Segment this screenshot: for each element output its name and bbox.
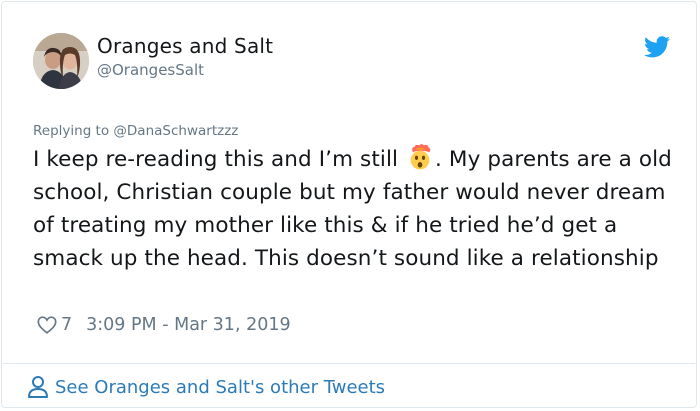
person-icon [28,376,48,398]
tweet-text-part-1: I keep re-reading this and I’m still [33,147,399,172]
like-count[interactable]: 7 [61,315,72,335]
footer-divider [3,363,695,364]
tweet-card: Oranges and Salt @OrangesSalt Replying t… [1,1,697,408]
see-other-tweets-link[interactable]: See Oranges and Salt's other Tweets [27,375,385,399]
avatar[interactable] [33,33,89,89]
exploding-head-emoji [410,144,431,170]
see-other-tweets-label[interactable]: See Oranges and Salt's other Tweets [55,377,385,398]
replying-to: Replying to @DanaSchwartzzz [33,123,238,139]
replying-to-prefix: Replying to [33,123,110,139]
twitter-bird-icon[interactable] [644,36,670,58]
tweet-timestamp[interactable]: 3:09 PM - Mar 31, 2019 [86,315,290,335]
heart-icon[interactable] [36,314,58,336]
reply-mention-link[interactable]: @DanaSchwartzzz [113,123,238,139]
author-display-name[interactable]: Oranges and Salt [97,34,273,58]
author-handle[interactable]: @OrangesSalt [97,61,204,79]
tweet-text: I keep re-reading this and I’m still . M… [33,143,683,275]
avatar-photo [33,33,89,89]
tweet-meta: 7 3:09 PM - Mar 31, 2019 [36,314,291,336]
